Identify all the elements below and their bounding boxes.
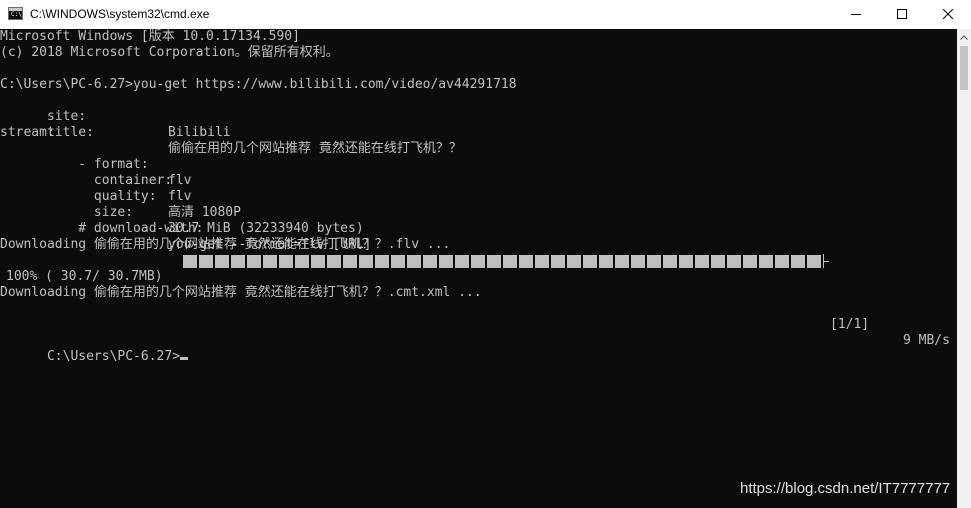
console-line-version: Microsoft Windows [版本 10.0.17134.590]: [0, 29, 300, 44]
console-line-download-with: # download-with: you-get --format=flv [U…: [0, 205, 957, 252]
chevron-up-icon: [960, 35, 968, 40]
prompt-text: C:\Users\PC-6.27>: [46, 349, 181, 364]
progress-count: [1/1]: [830, 317, 870, 332]
console-line-downloading-xml: Downloading 偷偷在用的几个网站推荐 竟然还能在线打飞机？？.cmt.…: [0, 285, 482, 300]
progress-bar-end: [823, 254, 829, 268]
progress-percent: 100% ( 30.7/ 30.7MB): [6, 269, 163, 284]
console-line-quality: quality: 高清 1080P: [0, 173, 957, 220]
progress-speed: 9 MB/s: [903, 333, 950, 348]
maximize-icon: [897, 9, 907, 19]
scroll-thumb[interactable]: [960, 46, 968, 90]
console-line-downloading-flv: Downloading 偷偷在用的几个网站推荐 竟然还能在线打飞机？？.flv …: [0, 237, 451, 252]
maximize-button[interactable]: [879, 0, 925, 29]
close-icon: [943, 9, 953, 19]
vertical-scrollbar[interactable]: [957, 29, 971, 508]
download-with-label: # download-with:: [46, 221, 204, 236]
console-line-prompt[interactable]: C:\Users\PC-6.27>: [0, 333, 189, 364]
scroll-up-button[interactable]: [957, 29, 971, 46]
console-line-site: site: Bilibili: [0, 93, 957, 140]
console-line-title: title: 偷偷在用的几个网站推荐 竟然还能在线打飞机？？: [0, 109, 957, 156]
minimize-button[interactable]: [833, 0, 879, 29]
console-line-size: size: 30.7 MiB (32233940 bytes): [0, 189, 957, 236]
console-output[interactable]: Microsoft Windows [版本 10.0.17134.590] (c…: [0, 29, 957, 508]
console-line-copyright: (c) 2018 Microsoft Corporation。保留所有权利。: [0, 45, 339, 60]
cmd-window: C:\_ C:\WINDOWS\system32\cmd.exe Microso…: [0, 0, 971, 508]
cmd-icon-glyph: C:\_: [11, 11, 26, 18]
minimize-icon: [851, 14, 861, 15]
console-line-stream: stream:: [0, 125, 55, 140]
site-value: Bilibili: [168, 125, 231, 140]
console-line-container: container: flv: [0, 157, 957, 204]
close-button[interactable]: [925, 0, 971, 29]
watermark: https://blog.csdn.net/IT7777777: [740, 480, 951, 497]
text-cursor: [180, 357, 189, 360]
console-line-command: C:\Users\PC-6.27>you-get https://www.bil…: [0, 77, 517, 92]
download-progress-row: 100% ( 30.7/ 30.7MB) [1/1] 9 MB/s: [0, 253, 957, 348]
console-line-format: - format: flv: [0, 141, 957, 188]
cmd-icon[interactable]: C:\_: [8, 7, 26, 20]
window-title: C:\WINDOWS\system32\cmd.exe: [30, 7, 210, 21]
title-bar[interactable]: C:\_ C:\WINDOWS\system32\cmd.exe: [0, 0, 971, 29]
progress-bar: [183, 255, 823, 268]
